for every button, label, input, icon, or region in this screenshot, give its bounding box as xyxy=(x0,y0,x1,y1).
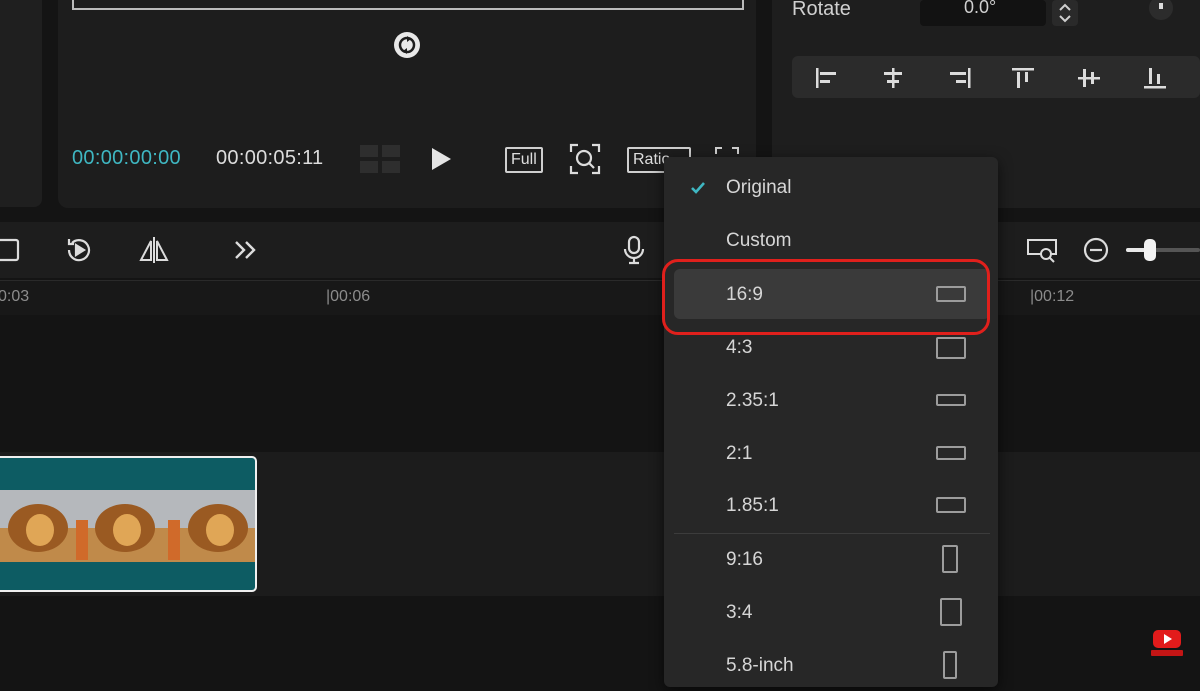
landscape-185-icon xyxy=(936,497,966,513)
menu-item-label: 3:4 xyxy=(726,602,753,623)
preview-canvas-frame[interactable] xyxy=(72,0,744,10)
rotate-label: Rotate xyxy=(792,0,851,20)
menu-item-label: 1.85:1 xyxy=(726,495,779,516)
play-icon[interactable] xyxy=(426,144,456,174)
highlight-annotation xyxy=(662,259,990,335)
mirror-icon[interactable] xyxy=(138,234,170,266)
menu-item-1-85-1[interactable]: 1.85:1 xyxy=(664,479,998,531)
grid-icon[interactable] xyxy=(358,142,402,176)
portrait-tall-icon xyxy=(942,545,958,573)
align-toolbar xyxy=(792,56,1200,98)
landscape-2-1-icon xyxy=(936,446,966,460)
zoom-out-icon[interactable] xyxy=(1080,234,1112,266)
ratio-dropdown-menu: Original Custom 16:9 4:3 2.35:1 2:1 1.85… xyxy=(664,157,998,687)
menu-item-3-4[interactable]: 3:4 xyxy=(664,586,998,638)
total-duration: 00:00:05:11 xyxy=(216,147,324,169)
ruler-label: |00:06 xyxy=(326,288,371,305)
microphone-icon[interactable] xyxy=(618,234,650,266)
menu-item-original[interactable]: Original xyxy=(664,161,998,213)
more-tools-icon[interactable] xyxy=(230,234,262,266)
rotate-stepper-icon[interactable] xyxy=(1052,0,1078,26)
ruler-label: 0:03 xyxy=(0,288,30,305)
subscribe-logo-icon xyxy=(1151,630,1183,656)
landscape-icon xyxy=(936,337,966,359)
align-center-horizontal-icon[interactable] xyxy=(880,66,906,90)
align-bottom-icon[interactable] xyxy=(1142,66,1168,90)
menu-item-2-1[interactable]: 2:1 xyxy=(664,427,998,479)
timeline-ruler[interactable] xyxy=(0,280,1200,315)
rotate-value: 0.0° xyxy=(964,0,997,17)
menu-item-2-35-1[interactable]: 2.35:1 xyxy=(664,374,998,426)
menu-item-label: 2:1 xyxy=(726,443,753,464)
crop-icon[interactable] xyxy=(0,234,26,266)
menu-item-label: Original xyxy=(726,177,792,198)
full-button[interactable]: Full xyxy=(505,147,543,173)
zoom-fit-icon[interactable] xyxy=(568,142,602,176)
check-icon xyxy=(691,182,705,194)
edit-toolbar xyxy=(0,222,1200,278)
menu-item-5-8-inch[interactable]: 5.8-inch xyxy=(664,639,998,691)
clip-thumbnails xyxy=(0,490,255,562)
rotate-handle-icon[interactable] xyxy=(392,30,422,60)
menu-item-label: 9:16 xyxy=(726,549,763,570)
cinema-icon xyxy=(936,394,966,406)
replay-icon[interactable] xyxy=(63,234,95,266)
align-left-icon[interactable] xyxy=(814,66,840,90)
rotate-input[interactable]: 0.0° xyxy=(920,0,1046,26)
menu-item-label: Custom xyxy=(726,230,792,251)
left-panel xyxy=(0,0,42,207)
align-center-vertical-icon[interactable] xyxy=(1076,66,1102,90)
menu-item-label: 5.8-inch xyxy=(726,655,794,676)
menu-item-label: 2.35:1 xyxy=(726,390,779,411)
menu-item-label: 4:3 xyxy=(726,337,753,358)
current-time: 00:00:00:00 xyxy=(72,147,181,169)
preview-axis-icon[interactable] xyxy=(1026,234,1058,266)
ruler-label: |00:12 xyxy=(1030,288,1075,305)
video-clip[interactable] xyxy=(0,456,257,592)
align-top-icon[interactable] xyxy=(1010,66,1036,90)
menu-item-9-16[interactable]: 9:16 xyxy=(664,533,998,585)
align-right-icon[interactable] xyxy=(946,66,972,90)
keyframe-icon[interactable] xyxy=(1146,0,1176,22)
zoom-slider[interactable] xyxy=(1126,236,1200,264)
portrait-icon xyxy=(940,598,962,626)
